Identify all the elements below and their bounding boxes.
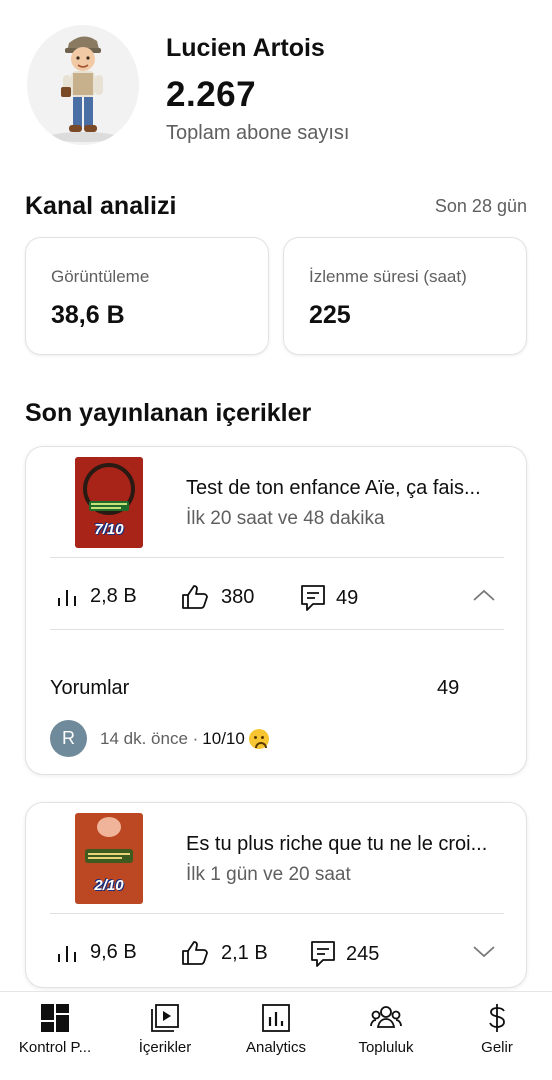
watch-time-value: 225: [309, 301, 351, 329]
comments-count: 245: [346, 942, 380, 965]
views-label: Görüntüleme: [51, 267, 150, 286]
video-title[interactable]: Test de ton enfance Aïe, ça fais...: [186, 477, 506, 500]
video-card: 7/10 Test de ton enfance Aïe, ça fais...…: [25, 446, 527, 775]
dollar-icon: [489, 1004, 505, 1032]
analytics-period[interactable]: Son 28 gün: [435, 196, 527, 217]
video-card: 2/10 Es tu plus riche que tu ne le croi.…: [25, 802, 527, 988]
thumbnail-score: 7/10: [94, 521, 124, 538]
comment-icon: [301, 585, 325, 611]
thumb-up-icon: [182, 585, 208, 609]
likes-metric: 2,1 B: [181, 940, 268, 966]
nav-label: İçerikler: [138, 1039, 192, 1056]
channel-name: Lucien Artois: [166, 34, 325, 62]
nav-label: Topluluk: [358, 1039, 414, 1056]
sad-face-icon: [248, 729, 269, 749]
nav-analytics[interactable]: Analytics: [221, 992, 331, 1080]
nav-content[interactable]: İçerikler: [110, 992, 220, 1080]
divider: [50, 913, 504, 914]
likes-count: 2,1 B: [221, 941, 268, 964]
comment-text: 10/10: [202, 729, 245, 748]
chevron-up-icon[interactable]: [472, 587, 496, 603]
comment-icon: [311, 941, 335, 967]
video-title[interactable]: Es tu plus riche que tu ne le croi...: [186, 833, 506, 856]
watch-time-label: İzlenme süresi (saat): [309, 267, 467, 286]
comments-metric: 245: [310, 940, 379, 968]
channel-avatar[interactable]: [27, 25, 139, 145]
nav-earn[interactable]: Gelir: [442, 992, 552, 1080]
commenter-avatar[interactable]: R: [50, 720, 87, 757]
divider: [50, 557, 504, 558]
video-thumbnail[interactable]: 2/10: [75, 813, 143, 904]
bottom-nav: Kontrol P... İçerikler Analytics Toplulu…: [0, 991, 552, 1080]
community-icon: [370, 1006, 402, 1028]
content-icon: [151, 1004, 179, 1032]
subscriber-label: Toplam abone sayısı: [166, 122, 350, 144]
subscriber-count: 2.267: [166, 75, 257, 114]
divider: [50, 629, 504, 630]
video-thumbnail[interactable]: 7/10: [75, 457, 143, 548]
nav-label: Analytics: [245, 1039, 307, 1056]
nav-community[interactable]: Topluluk: [331, 992, 441, 1080]
views-count: 9,6 B: [90, 940, 137, 963]
views-card[interactable]: Görüntüleme 38,6 B: [25, 237, 269, 355]
views-value: 38,6 B: [51, 301, 125, 329]
chevron-down-icon[interactable]: [472, 944, 496, 960]
dashboard-icon: [41, 1004, 69, 1032]
nav-label: Gelir: [481, 1039, 513, 1056]
likes-metric: 380: [181, 584, 254, 610]
comments-section-label: Yorumlar: [50, 677, 130, 699]
channel-header: Lucien Artois 2.267 Toplam abone sayısı: [0, 0, 552, 170]
views-metric: 2,8 B: [56, 584, 137, 608]
likes-count: 380: [221, 585, 255, 608]
analytics-title: Kanal analizi: [25, 192, 177, 220]
video-period: İlk 1 gün ve 20 saat: [186, 864, 351, 885]
comment-time: 14 dk. önce ·: [100, 729, 199, 748]
bar-chart-icon: [58, 590, 76, 606]
thumbnail-score: 2/10: [94, 877, 124, 894]
nav-dashboard[interactable]: Kontrol P...: [0, 992, 110, 1080]
latest-comment[interactable]: 14 dk. önce · 10/10: [100, 729, 269, 749]
thumb-up-icon: [182, 941, 208, 965]
comments-metric: 49: [300, 584, 358, 612]
views-metric: 9,6 B: [56, 940, 137, 964]
recent-title: Son yayınlanan içerikler: [25, 399, 312, 427]
comments-section-count: 49: [437, 677, 460, 699]
views-count: 2,8 B: [90, 584, 137, 607]
video-period: İlk 20 saat ve 48 dakika: [186, 508, 385, 529]
comments-count: 49: [336, 586, 359, 609]
watch-time-card[interactable]: İzlenme süresi (saat) 225: [283, 237, 527, 355]
bar-chart-icon: [58, 946, 76, 962]
analytics-icon: [262, 1004, 290, 1032]
nav-label: Kontrol P...: [18, 1039, 92, 1056]
